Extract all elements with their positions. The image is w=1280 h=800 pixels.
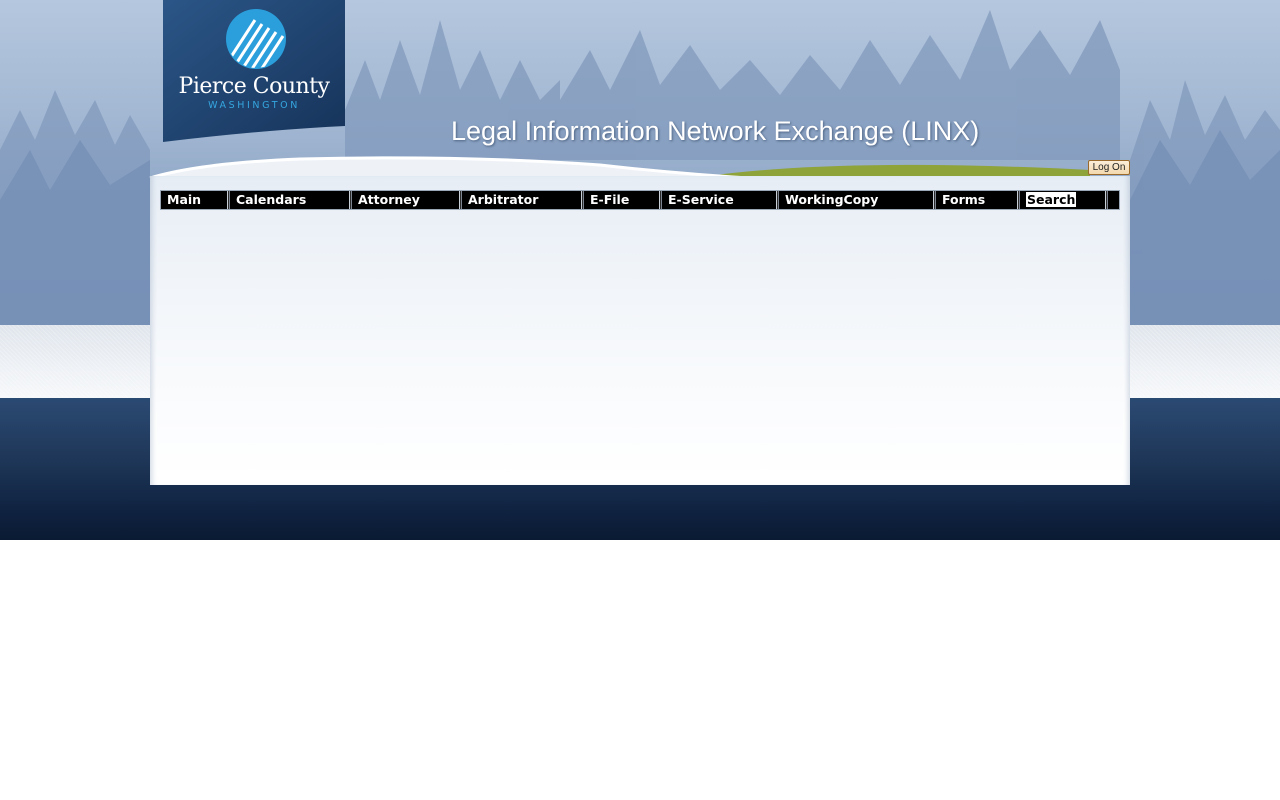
logo-name: Pierce County (178, 74, 330, 99)
nav-item-arbitrator[interactable]: Arbitrator (462, 191, 581, 209)
nav-label: Main (167, 192, 202, 207)
nav-separator (1105, 191, 1108, 209)
site-title: Legal Information Network Exchange (LINX… (451, 116, 980, 146)
nav-label: E-Service (668, 192, 734, 207)
nav-item-main[interactable]: Main (161, 191, 227, 209)
nav-label: Calendars (236, 192, 307, 207)
nav-label: WorkingCopy (785, 192, 879, 207)
nav-label: Attorney (358, 192, 420, 207)
nav-item-calendars[interactable]: Calendars (230, 191, 349, 209)
nav-item-e-service[interactable]: E-Service (662, 191, 776, 209)
page-background: Pierce County WASHINGTON Legal Informati… (0, 0, 1280, 800)
nav-label: Arbitrator (468, 192, 539, 207)
logo-subtitle: WASHINGTON (208, 100, 300, 111)
nav-item-workingcopy[interactable]: WorkingCopy (779, 191, 933, 209)
nav-item-search[interactable]: Search (1020, 191, 1105, 209)
nav-label: Search (1026, 192, 1077, 207)
county-logo-banner (163, 0, 345, 142)
nav-item-e-file[interactable]: E-File (584, 191, 659, 209)
nav-item-forms[interactable]: Forms (936, 191, 1017, 209)
nav-label: E-File (590, 192, 630, 207)
log-on-button[interactable]: Log On (1088, 160, 1130, 175)
nav-item-attorney[interactable]: Attorney (352, 191, 459, 209)
nav-label: Forms (942, 192, 986, 207)
content-area (157, 182, 1123, 478)
main-nav: Main Calendars Attorney Arbitrator E-Fil… (160, 190, 1120, 210)
